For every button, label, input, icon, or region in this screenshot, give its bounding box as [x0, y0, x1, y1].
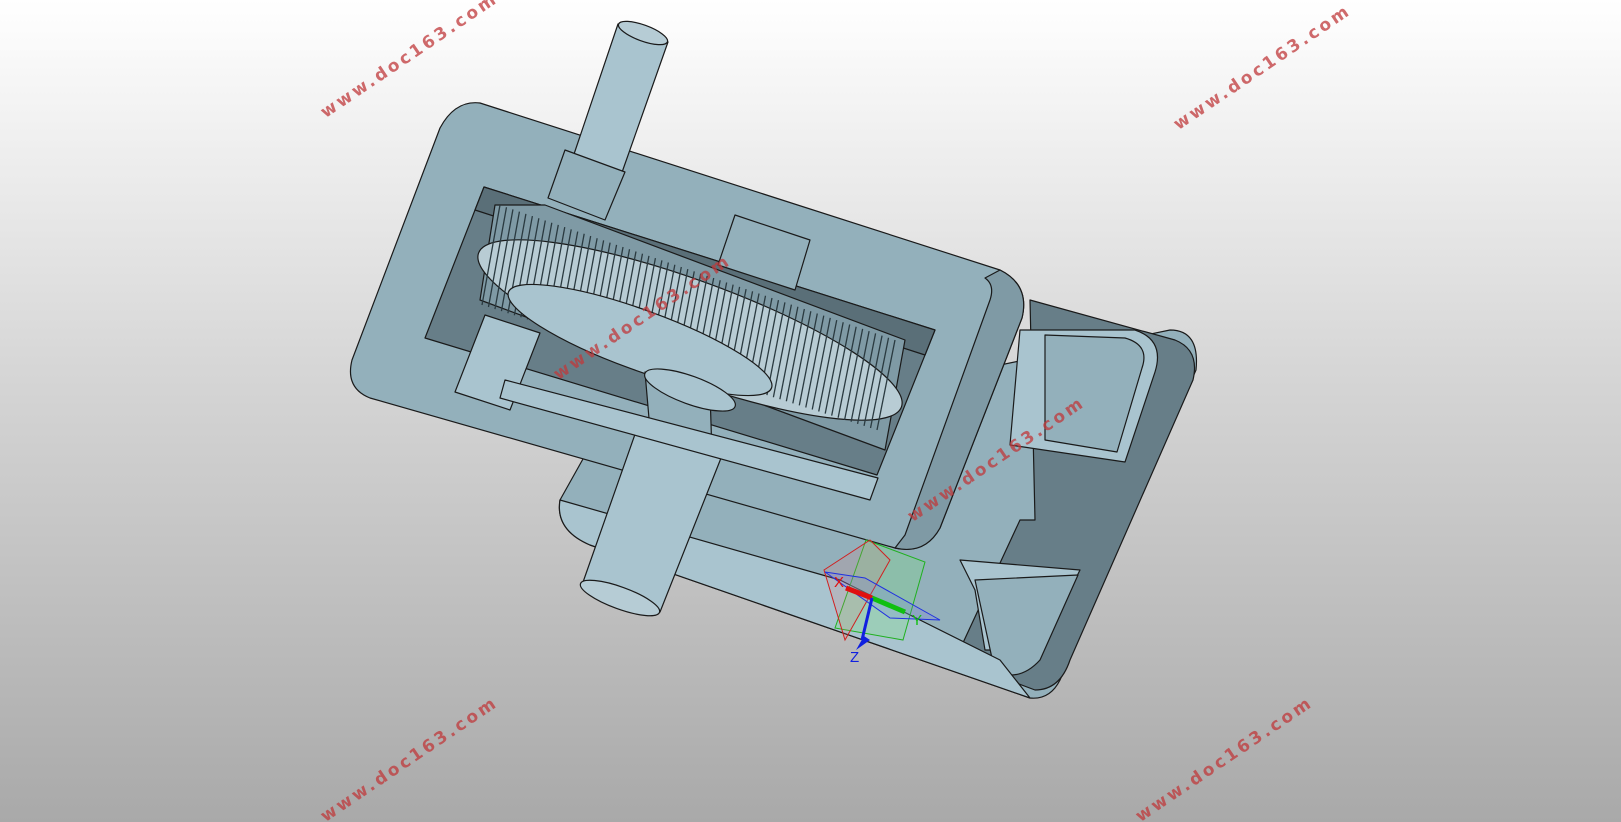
y-axis-label: Y: [912, 612, 922, 629]
cad-viewport[interactable]: X Y Z www.doc163.com www.doc163.com www.…: [0, 0, 1621, 822]
z-axis-label: Z: [850, 649, 859, 666]
gearbox-3d-model[interactable]: X Y Z: [0, 0, 1621, 822]
x-axis-label: X: [834, 574, 844, 591]
